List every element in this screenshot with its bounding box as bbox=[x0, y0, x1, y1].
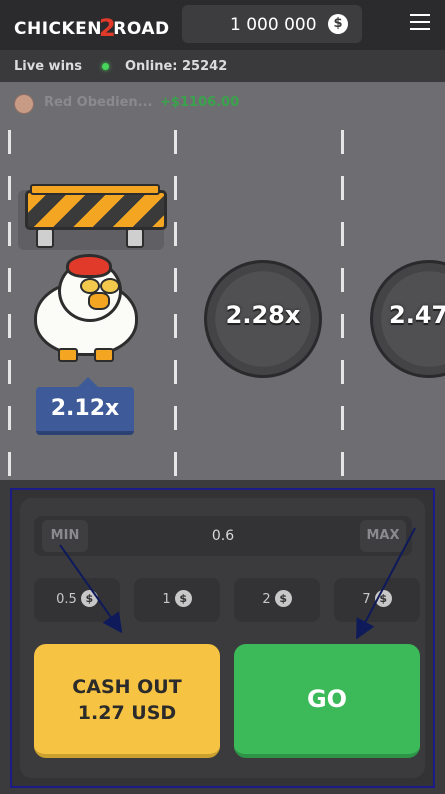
annotation-arrows bbox=[59, 527, 416, 640]
